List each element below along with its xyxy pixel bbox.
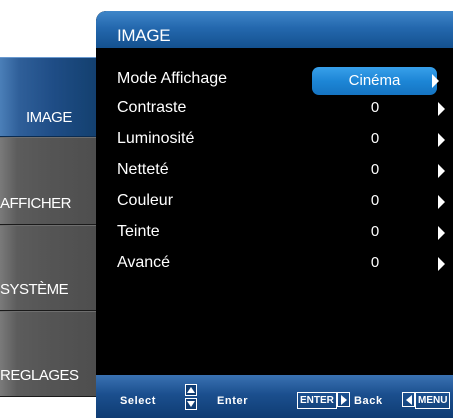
arrow-right-icon[interactable]: [438, 102, 445, 116]
row-label: Luminosité: [117, 130, 195, 147]
image-menu-panel: IMAGE Mode Affichage Cinéma Contraste 0 …: [96, 11, 453, 418]
select-hint-label: Select: [120, 395, 157, 407]
menu-row-luminosite[interactable]: Luminosité 0: [96, 127, 453, 157]
up-down-arrows-icon: [185, 384, 197, 411]
menu-row-nettete[interactable]: Netteté 0: [96, 158, 453, 188]
menu-row-contraste[interactable]: Contraste 0: [96, 96, 453, 126]
sidebar-tab-label: AFFICHER: [0, 195, 72, 212]
row-value: 0: [370, 99, 380, 116]
row-value: 0: [370, 223, 380, 240]
arrow-right-icon[interactable]: [438, 257, 445, 271]
menu-row-teinte[interactable]: Teinte 0: [96, 220, 453, 250]
footer-help-bar: Select Enter ENTER Back MENU: [96, 375, 453, 418]
row-label: Teinte: [117, 223, 160, 240]
menu-row-couleur[interactable]: Couleur 0: [96, 189, 453, 219]
arrow-right-icon[interactable]: [438, 226, 445, 240]
sidebar-tab-image[interactable]: IMAGE: [0, 57, 96, 137]
menu-row-mode-affichage[interactable]: Mode Affichage Cinéma: [96, 67, 453, 97]
enter-arrow-icon: [337, 392, 350, 407]
sidebar-tab-reglages[interactable]: REGLAGES: [0, 311, 96, 397]
back-arrow-icon: [402, 392, 415, 407]
arrow-right-icon[interactable]: [438, 195, 445, 209]
enter-hint-label: Enter: [217, 395, 249, 407]
sidebar-tab-label: SYSTÈME: [0, 281, 69, 298]
back-hint-label: Back: [354, 395, 383, 407]
sidebar-tab-afficher[interactable]: AFFICHER: [0, 137, 96, 225]
panel-header: IMAGE: [96, 11, 453, 48]
row-value: 0: [370, 130, 380, 147]
sidebar-tab-label: IMAGE: [26, 109, 72, 126]
arrow-right-icon[interactable]: [438, 164, 445, 178]
row-value: 0: [370, 161, 380, 178]
row-label: Mode Affichage: [117, 70, 228, 87]
row-label: Netteté: [117, 161, 169, 178]
sidebar-tab-label: REGLAGES: [0, 367, 79, 384]
enter-key-icon: ENTER: [297, 392, 337, 409]
row-value: 0: [370, 192, 380, 209]
menu-row-avance[interactable]: Avancé 0: [96, 251, 453, 281]
row-value: 0: [370, 254, 380, 271]
menu-key-icon: MENU: [415, 392, 451, 409]
panel-title: IMAGE: [117, 26, 171, 45]
arrow-right-icon[interactable]: [438, 133, 445, 147]
arrow-right-icon[interactable]: [432, 74, 439, 88]
row-label: Couleur: [117, 192, 174, 209]
row-label: Contraste: [117, 99, 187, 116]
sidebar-tab-systeme[interactable]: SYSTÈME: [0, 225, 96, 311]
row-value: Cinéma: [348, 72, 401, 89]
mode-affichage-selector[interactable]: Cinéma: [312, 67, 439, 95]
row-label: Avancé: [117, 254, 171, 271]
